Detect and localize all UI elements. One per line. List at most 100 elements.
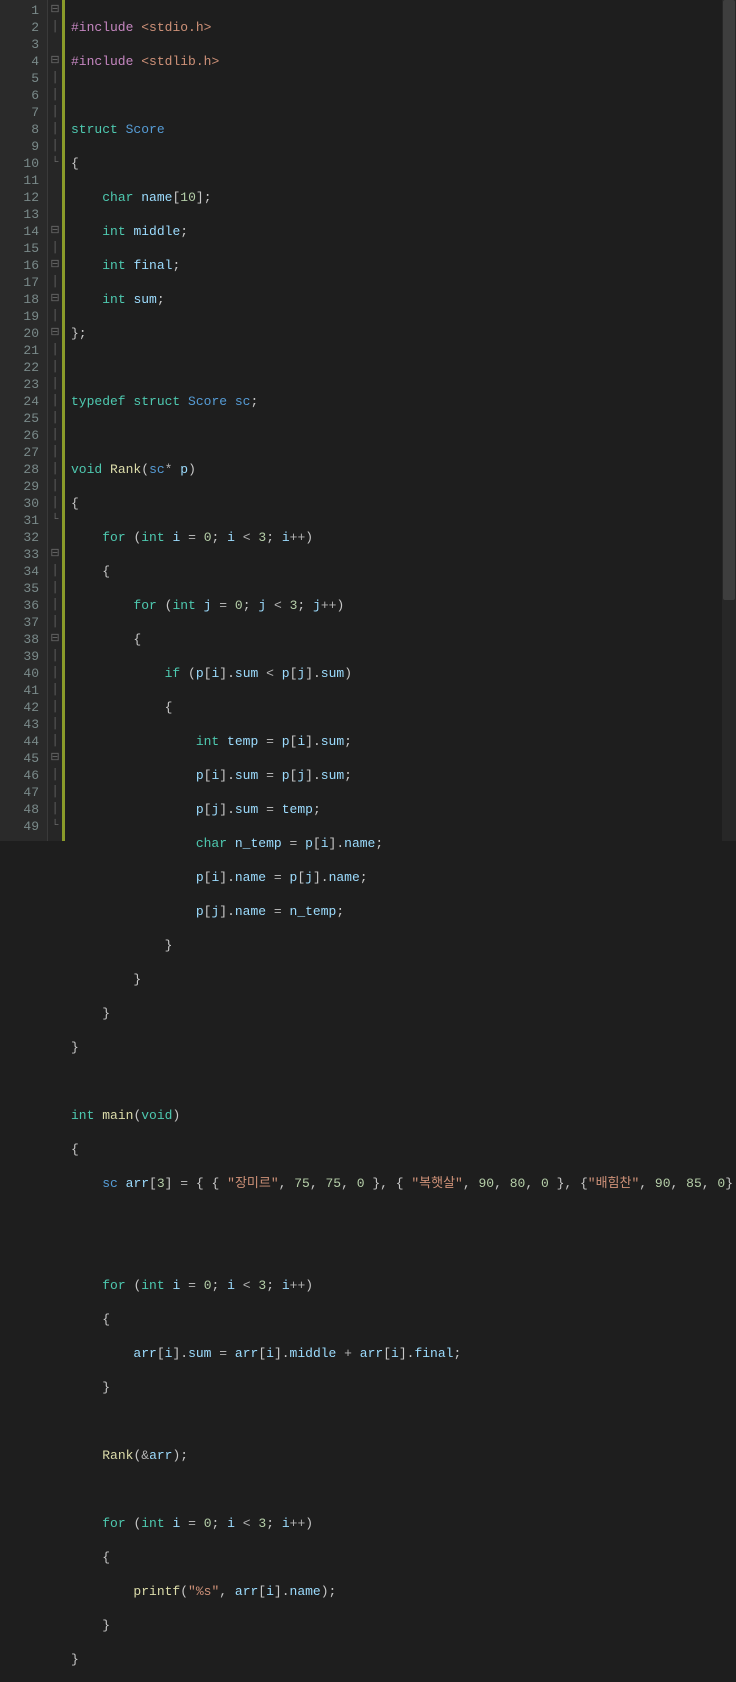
line-number: 39 xyxy=(4,648,39,665)
line-number: 23 xyxy=(4,376,39,393)
line-number: 21 xyxy=(4,342,39,359)
code-line: { xyxy=(71,495,736,512)
code-line: char name[10]; xyxy=(71,189,736,206)
line-number: 28 xyxy=(4,461,39,478)
fold-marker[interactable]: ⊟ xyxy=(48,291,62,308)
fold-marker: │ xyxy=(48,427,62,444)
fold-marker: │ xyxy=(48,665,62,682)
code-line: { xyxy=(71,1141,736,1158)
code-line xyxy=(71,427,736,444)
line-number: 20 xyxy=(4,325,39,342)
fold-marker[interactable]: ⊟ xyxy=(48,2,62,19)
vertical-scrollbar[interactable] xyxy=(722,0,736,841)
fold-marker[interactable]: ⊟ xyxy=(48,53,62,70)
fold-marker: │ xyxy=(48,801,62,818)
fold-marker[interactable]: ⊟ xyxy=(48,257,62,274)
scroll-thumb[interactable] xyxy=(723,0,735,600)
fold-marker: │ xyxy=(48,19,62,36)
line-number: 45 xyxy=(4,750,39,767)
line-number: 26 xyxy=(4,427,39,444)
code-editor[interactable]: 1234567891011121314151617181920212223242… xyxy=(0,0,736,841)
code-line xyxy=(71,1073,736,1090)
line-number: 9 xyxy=(4,138,39,155)
fold-marker: │ xyxy=(48,733,62,750)
code-line: sc arr[3] = { { "장미르", 75, 75, 0 }, { "복… xyxy=(71,1175,736,1192)
code-line: p[i].sum = p[j].sum; xyxy=(71,767,736,784)
fold-marker[interactable]: ⊟ xyxy=(48,631,62,648)
line-number: 42 xyxy=(4,699,39,716)
line-number: 27 xyxy=(4,444,39,461)
code-line xyxy=(71,1243,736,1260)
code-line: arr[i].sum = arr[i].middle + arr[i].fina… xyxy=(71,1345,736,1362)
code-line: { xyxy=(71,699,736,716)
fold-marker[interactable]: ⊟ xyxy=(48,750,62,767)
code-line: typedef struct Score sc; xyxy=(71,393,736,410)
line-number: 41 xyxy=(4,682,39,699)
code-line: { xyxy=(71,155,736,172)
fold-marker: │ xyxy=(48,138,62,155)
line-number: 16 xyxy=(4,257,39,274)
code-line: } xyxy=(71,1005,736,1022)
code-line: } xyxy=(71,1617,736,1634)
line-number: 4 xyxy=(4,53,39,70)
fold-marker: │ xyxy=(48,444,62,461)
line-number: 32 xyxy=(4,529,39,546)
fold-marker: │ xyxy=(48,87,62,104)
fold-marker: │ xyxy=(48,461,62,478)
code-line: int middle; xyxy=(71,223,736,240)
code-line: int final; xyxy=(71,257,736,274)
code-line: for (int i = 0; i < 3; i++) xyxy=(71,529,736,546)
fold-marker: │ xyxy=(48,240,62,257)
fold-marker: │ xyxy=(48,478,62,495)
fold-marker[interactable]: ⊟ xyxy=(48,325,62,342)
code-area[interactable]: #include <stdio.h> #include <stdlib.h> s… xyxy=(65,0,736,841)
code-line: p[j].name = n_temp; xyxy=(71,903,736,920)
code-line: int temp = p[i].sum; xyxy=(71,733,736,750)
code-line: Rank(&arr); xyxy=(71,1447,736,1464)
fold-marker: │ xyxy=(48,563,62,580)
fold-marker: │ xyxy=(48,784,62,801)
line-number: 6 xyxy=(4,87,39,104)
line-number: 31 xyxy=(4,512,39,529)
fold-marker: │ xyxy=(48,359,62,376)
line-number: 15 xyxy=(4,240,39,257)
code-line xyxy=(71,1481,736,1498)
code-line: if (p[i].sum < p[j].sum) xyxy=(71,665,736,682)
code-line: } xyxy=(71,1039,736,1056)
line-number: 14 xyxy=(4,223,39,240)
line-number: 12 xyxy=(4,189,39,206)
line-number: 48 xyxy=(4,801,39,818)
fold-marker: │ xyxy=(48,614,62,631)
line-number: 37 xyxy=(4,614,39,631)
code-line: for (int j = 0; j < 3; j++) xyxy=(71,597,736,614)
fold-column[interactable]: ⊟│⊟│││││└⊟│⊟│⊟│⊟││││││││││└⊟││││⊟││││││⊟… xyxy=(48,0,62,841)
line-number: 29 xyxy=(4,478,39,495)
line-number: 38 xyxy=(4,631,39,648)
line-number: 25 xyxy=(4,410,39,427)
code-line xyxy=(71,359,736,376)
fold-marker: │ xyxy=(48,597,62,614)
code-line xyxy=(71,87,736,104)
fold-marker[interactable]: ⊟ xyxy=(48,546,62,563)
fold-marker: │ xyxy=(48,393,62,410)
fold-marker: │ xyxy=(48,376,62,393)
fold-marker: │ xyxy=(48,699,62,716)
code-line: char n_temp = p[i].name; xyxy=(71,835,736,852)
line-number: 13 xyxy=(4,206,39,223)
line-number: 34 xyxy=(4,563,39,580)
fold-marker: │ xyxy=(48,274,62,291)
fold-marker: └ xyxy=(48,818,62,835)
line-number: 17 xyxy=(4,274,39,291)
code-line: int sum; xyxy=(71,291,736,308)
fold-marker: │ xyxy=(48,495,62,512)
fold-marker xyxy=(48,36,62,53)
code-line: int main(void) xyxy=(71,1107,736,1124)
line-number: 10 xyxy=(4,155,39,172)
code-line: for (int i = 0; i < 3; i++) xyxy=(71,1277,736,1294)
fold-marker: │ xyxy=(48,410,62,427)
line-number: 49 xyxy=(4,818,39,835)
line-number: 24 xyxy=(4,393,39,410)
code-line xyxy=(71,1413,736,1430)
fold-marker[interactable]: ⊟ xyxy=(48,223,62,240)
line-number: 22 xyxy=(4,359,39,376)
